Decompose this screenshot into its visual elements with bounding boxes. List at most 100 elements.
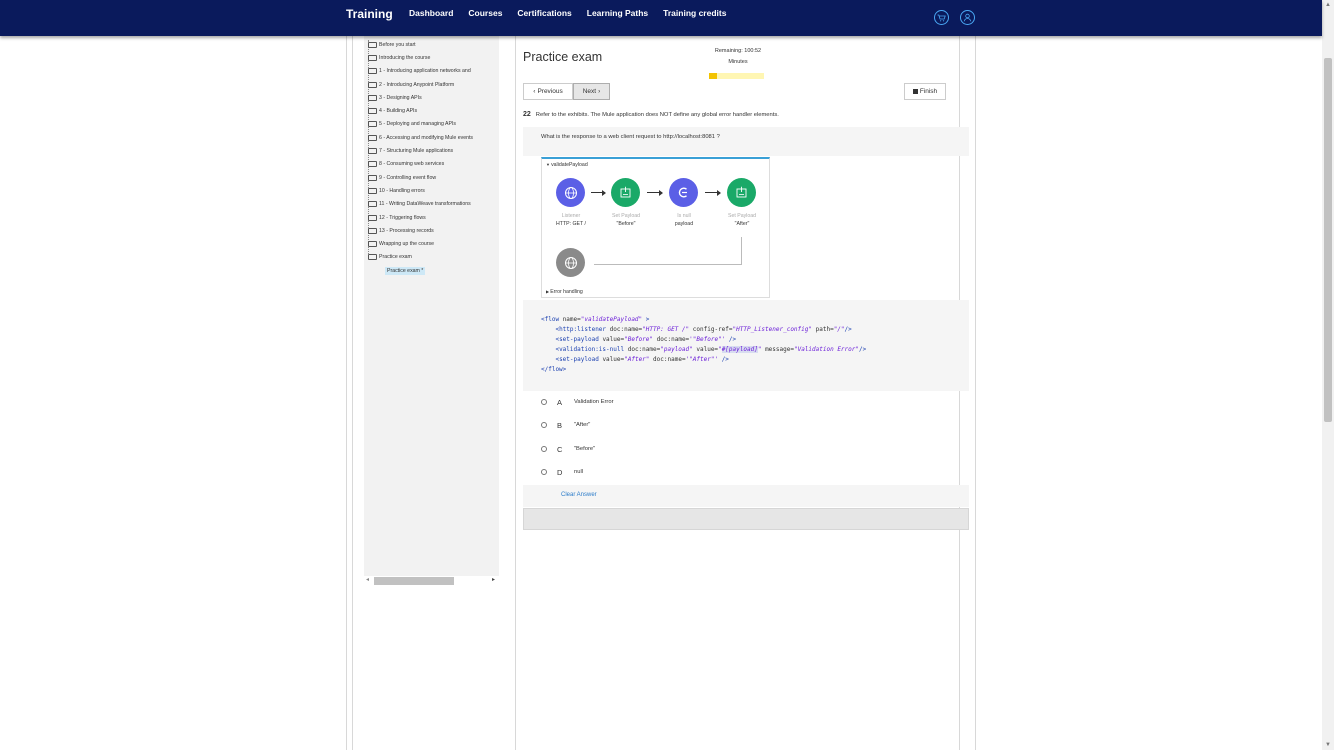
folder-icon [368, 174, 377, 181]
radio-button[interactable] [541, 446, 547, 452]
flow-arrow [647, 189, 663, 196]
time-remaining-label: Remaining: 100:52 [714, 48, 762, 54]
flow-name: ▼ validatePayload [546, 162, 588, 168]
node-caption: Set Payload "After" [717, 212, 767, 228]
outline-item-label: 3 - Designing APIs [379, 94, 422, 101]
radio-button[interactable] [541, 399, 547, 405]
outline-item[interactable]: 13 - Processing records [368, 224, 473, 237]
finish-button[interactable]: Finish [904, 83, 946, 100]
validation-icon [669, 178, 698, 207]
main-nav: Dashboard Courses Certifications Learnin… [409, 8, 726, 18]
error-handling[interactable]: ▶ Error handling [546, 289, 583, 295]
outline-item[interactable]: Introducing the course [368, 51, 473, 64]
radio-button[interactable] [541, 422, 547, 428]
outline-item-label: 10 - Handling errors [379, 187, 425, 194]
frame-divider [352, 36, 353, 750]
outline-item[interactable]: 12 - Triggering flows [368, 211, 473, 224]
cart-icon[interactable] [934, 10, 949, 25]
node-caption: Set Payload "Before" [601, 212, 651, 228]
time-progress-bar [709, 73, 764, 79]
folder-icon [368, 54, 377, 61]
outline-item-label: 1 - Introducing application networks and [379, 68, 471, 75]
node-label: payload [674, 221, 694, 227]
outline-item[interactable]: 5 - Deploying and managing APIs [368, 118, 473, 131]
code-token: /> [844, 326, 852, 333]
next-button[interactable]: Next › [573, 83, 610, 100]
outline-item[interactable]: 9 - Controlling event flow [368, 171, 473, 184]
outline-item-label: Introducing the course [379, 54, 431, 61]
outline-item-label: 6 - Accessing and modifying Mule events [379, 134, 473, 141]
scroll-down-icon[interactable]: ▼ [1325, 742, 1331, 748]
outline-item-practice-exam[interactable]: Practice exam [368, 251, 473, 264]
outline-item[interactable]: 11 - Writing DataWeave transformations [368, 198, 473, 211]
code-token: value= [696, 346, 719, 353]
folder-icon [368, 121, 377, 128]
code-token: path= [815, 326, 834, 333]
user-icon[interactable] [960, 10, 975, 25]
xml-code-exhibit: <flow name="validatePayload" > <http:lis… [541, 315, 866, 375]
code-token: <validation:is-null [555, 346, 625, 353]
outline-item[interactable]: 1 - Introducing application networks and [368, 65, 473, 78]
outline-item[interactable]: Wrapping up the course [368, 237, 473, 250]
scroll-left-icon[interactable]: ◂ [366, 576, 369, 583]
page-scrollbar-thumb[interactable] [1324, 58, 1332, 422]
code-token: message= [765, 346, 794, 353]
outline-item[interactable]: 3 - Designing APIs [368, 91, 473, 104]
nav-courses[interactable]: Courses [468, 8, 502, 18]
outline-item-label: Wrapping up the course [379, 241, 434, 248]
answer-option-d[interactable]: Dnull [541, 465, 583, 479]
outline-item-label: 2 - Introducing Anypoint Platform [379, 81, 455, 88]
code-token: doc:name= [627, 346, 661, 353]
outline-item[interactable]: 4 - Building APIs [368, 104, 473, 117]
answer-option-b[interactable]: B "After" [541, 418, 590, 432]
nav-dashboard[interactable]: Dashboard [409, 8, 453, 18]
nav-training-credits[interactable]: Training credits [663, 8, 726, 18]
folder-icon [368, 214, 377, 221]
folder-icon [368, 108, 377, 115]
radio-button[interactable] [541, 469, 547, 475]
outline-item-label: Practice exam * [385, 266, 426, 275]
option-letter: A [557, 397, 563, 407]
folder-icon [368, 81, 377, 88]
scroll-up-icon[interactable]: ▲ [1325, 2, 1331, 8]
outline-item-label: 8 - Consuming web services [379, 161, 445, 168]
set-payload-icon [727, 178, 756, 207]
outline-item[interactable]: 10 - Handling errors [368, 184, 473, 197]
folder-icon [368, 187, 377, 194]
code-token: doc:name= [653, 356, 686, 363]
globe-icon [556, 248, 585, 277]
previous-label: Previous [537, 88, 563, 95]
flow-arrow [705, 189, 721, 196]
outline-horizontal-scrollbar[interactable]: ◂ ▸ [364, 576, 499, 586]
option-text: Validation Error [574, 399, 614, 405]
node-label: "Before" [616, 221, 636, 227]
nav-certifications[interactable]: Certifications [517, 8, 571, 18]
outline-item[interactable]: 8 - Consuming web services [368, 158, 473, 171]
code-token: '"Before"' [689, 336, 726, 343]
outline-subitem-active[interactable]: Practice exam * [385, 264, 473, 277]
outline-item[interactable]: Before you start [368, 38, 473, 51]
flow-arrow [591, 189, 606, 196]
code-token: > [642, 316, 650, 323]
nav-learning-paths[interactable]: Learning Paths [587, 8, 648, 18]
page-scrollbar[interactable]: ▲ ▼ [1322, 0, 1334, 750]
code-token: "Before" [624, 336, 654, 343]
answer-option-c[interactable]: C "Before" [541, 442, 595, 456]
option-text: null [574, 469, 584, 475]
answer-option-a[interactable]: A Validation Error [541, 395, 614, 409]
clear-answer-link[interactable]: Clear Answer [561, 492, 597, 498]
next-label: Next [582, 88, 597, 95]
node-type: Listener [561, 213, 581, 219]
outline-item[interactable]: 2 - Introducing Anypoint Platform [368, 78, 473, 91]
code-token: value= [602, 336, 625, 343]
brand-title[interactable]: Training [346, 7, 393, 21]
outline-item[interactable]: 6 - Accessing and modifying Mule events [368, 131, 473, 144]
set-payload-icon [611, 178, 640, 207]
previous-button[interactable]: ‹ Previous [523, 83, 573, 100]
time-remaining: Remaining: 100:52 Minutes [708, 46, 768, 68]
finish-label: Finish [919, 88, 938, 95]
outline-scrollbar-thumb[interactable] [374, 577, 454, 585]
outline-item[interactable]: 7 - Structuring Mule applications [368, 144, 473, 157]
code-token: "HTTP: GET /" [642, 326, 690, 333]
scroll-right-icon[interactable]: ▸ [492, 576, 495, 583]
